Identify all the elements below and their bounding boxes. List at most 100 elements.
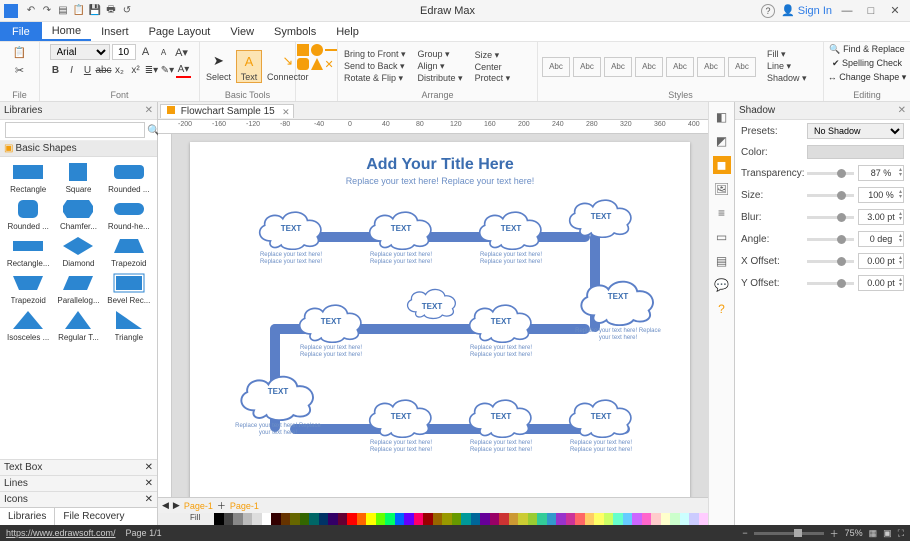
- highlight-icon[interactable]: ✎▾: [160, 63, 175, 78]
- cloud-shape[interactable]: TEXT: [560, 192, 642, 238]
- diagram-subtitle[interactable]: Replace your text here! Replace your tex…: [190, 176, 690, 186]
- cloud-shape[interactable]: TEXT: [560, 392, 642, 438]
- select-tool[interactable]: ➤ Select: [204, 51, 233, 82]
- image-panel-icon[interactable]: 🖼: [713, 180, 731, 198]
- shape-line-icon[interactable]: [325, 49, 337, 51]
- cloud-subtitle[interactable]: Replace your text here! Replace your tex…: [290, 345, 372, 359]
- cloud-subtitle[interactable]: Replace your text here! Replace your tex…: [250, 252, 332, 266]
- page-tab-2[interactable]: Page-1: [230, 501, 259, 511]
- shape-pill[interactable]: Round-he...: [105, 198, 153, 231]
- blur-value[interactable]: 3.00 pt: [858, 209, 904, 225]
- color-swatch[interactable]: [252, 513, 262, 525]
- style-5[interactable]: Abc: [666, 57, 694, 77]
- color-swatch[interactable]: [651, 513, 661, 525]
- shadow-color-swatch[interactable]: [807, 145, 904, 159]
- color-swatch[interactable]: [376, 513, 386, 525]
- color-swatch[interactable]: [632, 513, 642, 525]
- size-button[interactable]: Size ▾: [473, 50, 513, 61]
- cloud-shape[interactable]: TEXT: [360, 204, 442, 250]
- cloud-subtitle[interactable]: Replace your text here! Replace your tex…: [230, 423, 326, 437]
- save-icon[interactable]: 💾: [88, 4, 102, 18]
- underline-button[interactable]: U: [80, 63, 95, 78]
- xoff-slider[interactable]: [807, 260, 854, 263]
- color-swatch[interactable]: [471, 513, 481, 525]
- cloud-subtitle[interactable]: Replace your text here! Replace your tex…: [460, 345, 542, 359]
- shape-circle-icon[interactable]: [311, 44, 323, 56]
- color-swatch[interactable]: [518, 513, 528, 525]
- shape-rrect-icon[interactable]: [297, 58, 309, 70]
- tab-home[interactable]: Home: [42, 22, 91, 41]
- diagram-title[interactable]: Add Your Title Here: [190, 156, 690, 174]
- color-swatch[interactable]: [699, 513, 709, 525]
- color-swatch[interactable]: [357, 513, 367, 525]
- color-swatch[interactable]: [480, 513, 490, 525]
- color-swatch[interactable]: [290, 513, 300, 525]
- tab-view[interactable]: View: [220, 22, 264, 41]
- rotate-flip-button[interactable]: Rotate & Flip ▾: [342, 73, 408, 84]
- footer-tab-recovery[interactable]: File Recovery: [55, 508, 132, 525]
- style-2[interactable]: Abc: [573, 57, 601, 77]
- library-search-input[interactable]: [5, 122, 145, 138]
- shape-tri3[interactable]: Triangle: [105, 309, 153, 342]
- color-swatch[interactable]: [385, 513, 395, 525]
- tab-insert[interactable]: Insert: [91, 22, 139, 41]
- shape-rsq[interactable]: Rounded ...: [4, 198, 52, 231]
- color-swatch[interactable]: [281, 513, 291, 525]
- transp-value[interactable]: 87 %: [858, 165, 904, 181]
- footer-tab-libraries[interactable]: Libraries: [0, 508, 55, 525]
- color-swatch[interactable]: [575, 513, 585, 525]
- find-replace-button[interactable]: 🔍 Find & Replace: [829, 44, 904, 55]
- maximize-button[interactable]: □: [860, 5, 882, 17]
- tab-symbols[interactable]: Symbols: [264, 22, 326, 41]
- section-icons[interactable]: Icons✕: [0, 491, 157, 507]
- sign-in-link[interactable]: Sign In: [798, 5, 832, 17]
- angle-slider[interactable]: [807, 238, 854, 241]
- strike-button[interactable]: abc: [96, 63, 111, 78]
- color-swatch[interactable]: [224, 513, 234, 525]
- change-shape-button[interactable]: ↔ Change Shape ▾: [828, 72, 907, 83]
- color-swatch[interactable]: [547, 513, 557, 525]
- xoff-value[interactable]: 0.00 pt: [858, 253, 904, 269]
- shape-tri2[interactable]: Regular T...: [54, 309, 102, 342]
- print-icon[interactable]: 🖶: [104, 4, 118, 18]
- shape-bev[interactable]: Bevel Rec...: [105, 272, 153, 305]
- help-panel-icon[interactable]: ?: [713, 300, 731, 318]
- color-swatch[interactable]: [585, 513, 595, 525]
- color-swatch[interactable]: [623, 513, 633, 525]
- color-swatch[interactable]: [566, 513, 576, 525]
- cloud-shape[interactable]: TEXT: [460, 392, 542, 438]
- help-icon[interactable]: ?: [761, 4, 775, 18]
- color-swatch[interactable]: [433, 513, 443, 525]
- zoom-in-icon[interactable]: ＋: [830, 527, 839, 540]
- shape-x-icon[interactable]: ✕: [325, 58, 337, 70]
- color-swatch[interactable]: [556, 513, 566, 525]
- decrease-font-icon[interactable]: A: [156, 44, 172, 60]
- zoom-out-icon[interactable]: −: [742, 528, 747, 538]
- increase-font-icon[interactable]: A: [138, 44, 154, 60]
- color-swatch[interactable]: [271, 513, 281, 525]
- view-mode-2-icon[interactable]: ▣: [883, 528, 892, 539]
- document-tab[interactable]: Flowchart Sample 15 ✕: [160, 104, 294, 118]
- theme-icon[interactable]: ◧: [713, 108, 731, 126]
- color-swatch[interactable]: [243, 513, 253, 525]
- color-swatch[interactable]: [309, 513, 319, 525]
- bullets-icon[interactable]: ≣▾: [144, 63, 159, 78]
- layers-panel-icon[interactable]: ▤: [713, 252, 731, 270]
- color-swatch[interactable]: [452, 513, 462, 525]
- section-text-box[interactable]: Text Box✕: [0, 459, 157, 475]
- cloud-subtitle[interactable]: Replace your text here! Replace your tex…: [360, 252, 442, 266]
- tab-help[interactable]: Help: [326, 22, 369, 41]
- shape-rect-icon[interactable]: [297, 44, 309, 56]
- style-7[interactable]: Abc: [728, 57, 756, 77]
- cloud-shape[interactable]: TEXT: [470, 204, 552, 250]
- color-swatch[interactable]: [423, 513, 433, 525]
- style-3[interactable]: Abc: [604, 57, 632, 77]
- cloud-shape[interactable]: TEXT: [460, 297, 542, 343]
- color-swatch[interactable]: [642, 513, 652, 525]
- doc-close-icon[interactable]: ✕: [282, 107, 290, 118]
- style-4[interactable]: Abc: [635, 57, 663, 77]
- page-prev-icon[interactable]: ◀: [162, 500, 169, 511]
- shape-tri-icon[interactable]: [311, 58, 323, 70]
- color-swatch[interactable]: [395, 513, 405, 525]
- page-next-icon[interactable]: ▶: [173, 500, 180, 511]
